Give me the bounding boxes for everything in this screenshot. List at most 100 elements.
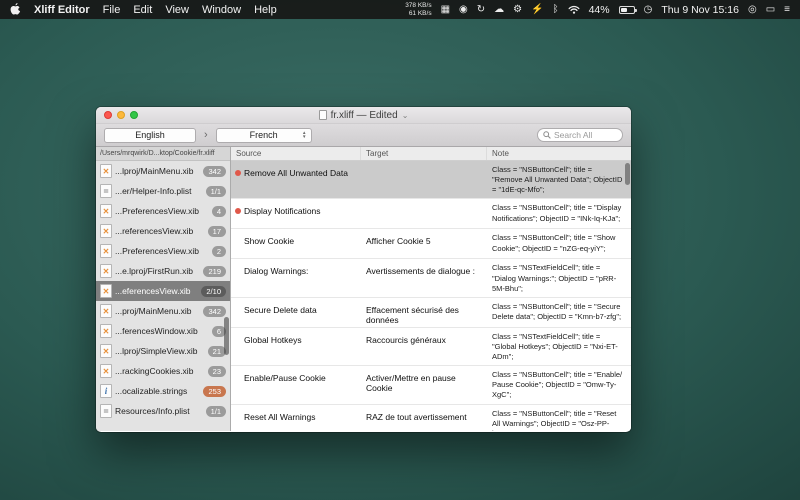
sidebar-file-item[interactable]: ✕ ...lproj/SimpleView.xib 21 [96, 341, 230, 361]
title-bar[interactable]: fr.xliff — Edited ⌄ [96, 107, 631, 124]
app-menu-title[interactable]: Xliff Editor [34, 4, 90, 16]
net-up-rate: 378 KB/s [405, 2, 431, 9]
source-cell[interactable]: Dialog Warnings: [244, 259, 361, 296]
table-body: Remove All Unwanted Data Class = "NSButt… [231, 161, 631, 431]
menu-help[interactable]: Help [254, 4, 277, 16]
post-time-icons: ◎ ▭ ≡ [748, 5, 790, 15]
status-dot-cell [231, 298, 244, 327]
status-dot [235, 208, 241, 214]
target-cell[interactable] [361, 161, 487, 198]
target-cell[interactable]: Raccourcis généraux [361, 328, 487, 365]
column-header-target[interactable]: Target [361, 147, 487, 160]
sidebar-file-item[interactable]: i ...ocalizable.strings 253 [96, 381, 230, 401]
status-icon-group: ▦ ◉ ↻ ☁ ⚙ ⚡ ᛒ [441, 5, 580, 15]
file-icon: ✕ [100, 164, 112, 178]
sidebar-file-item[interactable]: ≣ Resources/Info.plist 1/1 [96, 401, 230, 421]
table-row[interactable]: Secure Delete data Effacement sécurisé d… [231, 298, 631, 328]
source-cell[interactable]: Secure Delete data [244, 298, 361, 327]
table-row[interactable]: Reset All Warnings RAZ de tout avertisse… [231, 405, 631, 432]
table-row[interactable]: Show Cookie Afficher Cookie 5 Class = "N… [231, 229, 631, 259]
target-language-popup[interactable]: French ▲▼ [216, 128, 312, 143]
chevron-down-icon[interactable]: ⌄ [402, 111, 409, 120]
sidebar-file-item[interactable]: ≣ ...er/Helper-Info.plist 1/1 [96, 181, 230, 201]
table-header: Source Target Note [231, 147, 631, 161]
target-cell[interactable]: Activer/Mettre en pause Cookie [361, 366, 487, 403]
source-language-button[interactable]: English [104, 128, 196, 143]
menu-bar-clock[interactable]: Thu 9 Nov 15:16 [661, 4, 739, 16]
sidebar-file-item[interactable]: ✕ ...rackingCookies.xib 23 [96, 361, 230, 381]
target-cell[interactable]: Avertissements de dialogue : [361, 259, 487, 296]
gear-icon[interactable]: ⚙ [513, 5, 522, 15]
menu-window[interactable]: Window [202, 4, 241, 16]
note-cell: Class = "NSButtonCell"; title = "Reset A… [487, 405, 631, 432]
file-icon: ✕ [100, 284, 112, 298]
table-scrollbar-thumb[interactable] [625, 163, 630, 185]
target-cell[interactable]: Afficher Cookie 5 [361, 229, 487, 258]
file-name: ...ferencesWindow.xib [115, 326, 209, 336]
table-row[interactable]: Global Hotkeys Raccourcis généraux Class… [231, 328, 631, 366]
search-input[interactable] [554, 130, 617, 140]
cloud-icon[interactable]: ☁ [494, 5, 504, 15]
table-row[interactable]: Enable/Pause Cookie Activer/Mettre en pa… [231, 366, 631, 404]
popup-stepper-icon: ▲▼ [300, 130, 309, 141]
count-badge: 253 [203, 386, 226, 397]
table-row[interactable]: Dialog Warnings: Avertissements de dialo… [231, 259, 631, 297]
notification-center-icon[interactable]: ≡ [784, 5, 790, 15]
network-throughput[interactable]: 378 KB/s 61 KB/s [405, 2, 431, 17]
count-badge: 4 [212, 206, 226, 217]
target-cell[interactable]: RAZ de tout avertissement [361, 405, 487, 432]
target-cell[interactable]: Effacement sécurisé des données [361, 298, 487, 327]
note-cell: Class = "NSButtonCell"; title = "Show Co… [487, 229, 631, 258]
source-cell[interactable]: Global Hotkeys [244, 328, 361, 365]
column-header-note[interactable]: Note [487, 147, 631, 160]
menu-view[interactable]: View [165, 4, 189, 16]
sidebar-list: ✕ ...lproj/MainMenu.xib 342 ≣ ...er/Help… [96, 161, 230, 431]
file-name: ...er/Helper-Info.plist [115, 186, 203, 196]
menu-file[interactable]: File [103, 4, 121, 16]
sidebar-file-item[interactable]: ✕ ...lproj/MainMenu.xib 342 [96, 161, 230, 181]
sync-icon[interactable]: ↻ [477, 5, 485, 15]
wifi-icon[interactable] [568, 5, 580, 14]
source-cell[interactable]: Remove All Unwanted Data [244, 161, 361, 198]
sidebar-file-item[interactable]: ✕ ...ferencesWindow.xib 6 [96, 321, 230, 341]
file-icon: ✕ [100, 344, 112, 358]
target-cell[interactable] [361, 199, 487, 228]
battery-icon[interactable] [619, 6, 635, 14]
sidebar-file-item[interactable]: ✕ ...referencesView.xib 17 [96, 221, 230, 241]
sidebar-file-item[interactable]: ✕ ...PreferencesView.xib 2 [96, 241, 230, 261]
minimize-button[interactable] [117, 111, 125, 119]
search-field[interactable] [537, 128, 623, 142]
siri-icon[interactable]: ◎ [748, 5, 757, 15]
source-cell[interactable]: Display Notifications [244, 199, 361, 228]
zoom-button[interactable] [130, 111, 138, 119]
activity-graph-icon[interactable]: ▦ [441, 5, 450, 15]
count-badge: 2/10 [201, 286, 226, 297]
file-icon: ✕ [100, 364, 112, 378]
file-name: ...referencesView.xib [115, 226, 205, 236]
file-icon: ✕ [100, 224, 112, 238]
apple-logo-icon[interactable] [10, 3, 21, 16]
close-button[interactable] [104, 111, 112, 119]
sidebar-file-item[interactable]: ✕ ...eferencesView.xib 2/10 [96, 281, 230, 301]
bluetooth-icon[interactable]: ᛒ [553, 5, 559, 15]
count-badge: 23 [208, 366, 226, 377]
table-row[interactable]: Remove All Unwanted Data Class = "NSButt… [231, 161, 631, 199]
user-icon[interactable]: ◉ [459, 5, 468, 15]
toolbar: English › French ▲▼ [96, 124, 631, 147]
bolt-icon[interactable]: ⚡ [531, 5, 543, 15]
file-name: ...PreferencesView.xib [115, 206, 209, 216]
sidebar-scrollbar-thumb[interactable] [224, 317, 229, 355]
column-header-source[interactable]: Source [231, 147, 361, 160]
display-icon[interactable]: ▭ [766, 5, 775, 15]
sidebar-file-item[interactable]: ✕ ...e.lproj/FirstRun.xib 219 [96, 261, 230, 281]
source-cell[interactable]: Reset All Warnings [244, 405, 361, 432]
xliff-editor-window: fr.xliff — Edited ⌄ English › French ▲▼ … [96, 107, 631, 432]
sidebar-file-item[interactable]: ✕ ...proj/MainMenu.xib 342 [96, 301, 230, 321]
sidebar-file-item[interactable]: ✕ ...PreferencesView.xib 4 [96, 201, 230, 221]
clock-icon[interactable]: ◷ [644, 5, 653, 15]
table-row[interactable]: Display Notifications Class = "NSButtonC… [231, 199, 631, 229]
file-name: ...proj/MainMenu.xib [115, 306, 200, 316]
menu-edit[interactable]: Edit [133, 4, 152, 16]
source-cell[interactable]: Enable/Pause Cookie [244, 366, 361, 403]
source-cell[interactable]: Show Cookie [244, 229, 361, 258]
